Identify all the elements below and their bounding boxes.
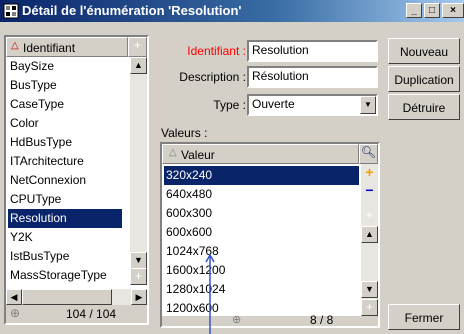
- window-title: Détail de l'énumération 'Resolution': [22, 3, 242, 18]
- list-item[interactable]: CaseType: [8, 95, 122, 114]
- list-item[interactable]: Y2K: [8, 228, 122, 247]
- list-item[interactable]: BaySize: [8, 57, 122, 76]
- values-list-item[interactable]: 1024x768: [164, 242, 359, 261]
- close-window-button[interactable]: ×: [442, 3, 464, 18]
- identifier-label: Identifiant :: [187, 44, 246, 58]
- type-label: Type :: [213, 98, 246, 112]
- enum-list-header[interactable]: △ Identifiant: [6, 37, 128, 57]
- description-label: Description :: [179, 70, 246, 84]
- scroll-down-arrow-icon[interactable]: ▼: [130, 252, 147, 269]
- list-item[interactable]: IstBusType: [8, 247, 122, 266]
- list-item[interactable]: CPUType: [8, 190, 122, 209]
- close-button[interactable]: Fermer: [388, 304, 460, 330]
- scroll-left-arrow-icon[interactable]: ◀: [6, 289, 22, 305]
- list-item[interactable]: ITArchitecture: [8, 152, 122, 171]
- values-list-counter: 8 / 8: [310, 313, 334, 327]
- enum-list[interactable]: △ Identifiant + BaySize BusType CaseType…: [4, 35, 149, 325]
- add-value-icon[interactable]: +: [361, 164, 378, 181]
- sort-asc-icon: △: [169, 147, 177, 158]
- identifier-field[interactable]: Resolution: [247, 40, 378, 62]
- enum-list-body: BaySize BusType CaseType Color HdBusType…: [6, 57, 128, 285]
- column-add-icon[interactable]: +: [128, 37, 147, 57]
- list-item[interactable]: BusType: [8, 76, 122, 95]
- enum-list-hscrollbar[interactable]: ◀ ▶: [6, 289, 147, 305]
- scroll-up-arrow-icon[interactable]: ▲: [130, 57, 147, 74]
- add-row-icon[interactable]: +: [361, 208, 378, 222]
- search-icon[interactable]: ⊕: [10, 306, 20, 320]
- values-list-item[interactable]: 1600x1200: [164, 261, 359, 280]
- maximize-button[interactable]: □: [424, 3, 440, 18]
- enum-list-footer: ⊕ 104 / 104: [6, 305, 147, 323]
- mouse-cursor-icon: [205, 253, 215, 334]
- values-list-vscrollbar[interactable]: + − + ▲ ▼ +: [361, 164, 378, 316]
- values-list-item[interactable]: 1280x1024: [164, 280, 359, 299]
- scroll-down-arrow-icon[interactable]: ▼: [361, 281, 378, 298]
- title-bar: Détail de l'énumération 'Resolution' _ □…: [0, 0, 464, 22]
- list-item[interactable]: Color: [8, 114, 122, 133]
- delete-button[interactable]: Détruire: [388, 94, 460, 120]
- values-list-item-selected[interactable]: 320x240: [164, 166, 359, 185]
- type-select-value: Ouverte: [252, 97, 295, 111]
- list-item[interactable]: HdBusType: [8, 133, 122, 152]
- remove-value-icon[interactable]: −: [361, 182, 378, 199]
- enum-list-header-label: Identifiant: [23, 41, 76, 55]
- values-list-body: 320x240 640x480 600x300 600x600 1024x768…: [162, 164, 359, 316]
- add-row-icon[interactable]: +: [130, 268, 147, 285]
- enum-list-counter: 104 / 104: [66, 307, 117, 321]
- search-icon[interactable]: ⊕: [232, 313, 241, 326]
- duplicate-button[interactable]: Duplication: [388, 66, 460, 92]
- description-field[interactable]: Résolution: [247, 66, 378, 88]
- new-button[interactable]: Nouveau: [388, 38, 460, 64]
- values-list[interactable]: △ Valeur 🔍︎ 320x240 640x480 600x300 600x…: [160, 142, 380, 328]
- scroll-up-arrow-icon[interactable]: ▲: [361, 226, 378, 243]
- chevron-down-icon[interactable]: ▼: [360, 96, 376, 114]
- list-item-selected[interactable]: Resolution: [8, 209, 122, 228]
- sort-asc-icon: △: [11, 40, 19, 51]
- list-item[interactable]: NetConnexion: [8, 171, 122, 190]
- values-list-item[interactable]: 600x300: [164, 204, 359, 223]
- minimize-button[interactable]: _: [406, 3, 422, 18]
- values-list-footer: ⊕ 8 / 8: [162, 313, 378, 327]
- hscroll-thumb[interactable]: [22, 289, 112, 305]
- type-select[interactable]: Ouverte ▼: [247, 94, 378, 116]
- enum-list-vscrollbar[interactable]: ▲ ▼ +: [130, 57, 147, 285]
- values-list-item[interactable]: 640x480: [164, 185, 359, 204]
- add-row-icon[interactable]: +: [361, 299, 378, 316]
- values-label: Valeurs :: [161, 126, 208, 140]
- window-app-icon: [3, 3, 19, 19]
- values-list-header[interactable]: △ Valeur: [162, 144, 359, 164]
- values-list-header-label: Valeur: [181, 148, 215, 162]
- scroll-right-arrow-icon[interactable]: ▶: [131, 289, 147, 305]
- values-list-item[interactable]: 600x600: [164, 223, 359, 242]
- list-item[interactable]: MassStorageType: [8, 266, 122, 285]
- zoom-icon[interactable]: 🔍︎: [359, 144, 378, 164]
